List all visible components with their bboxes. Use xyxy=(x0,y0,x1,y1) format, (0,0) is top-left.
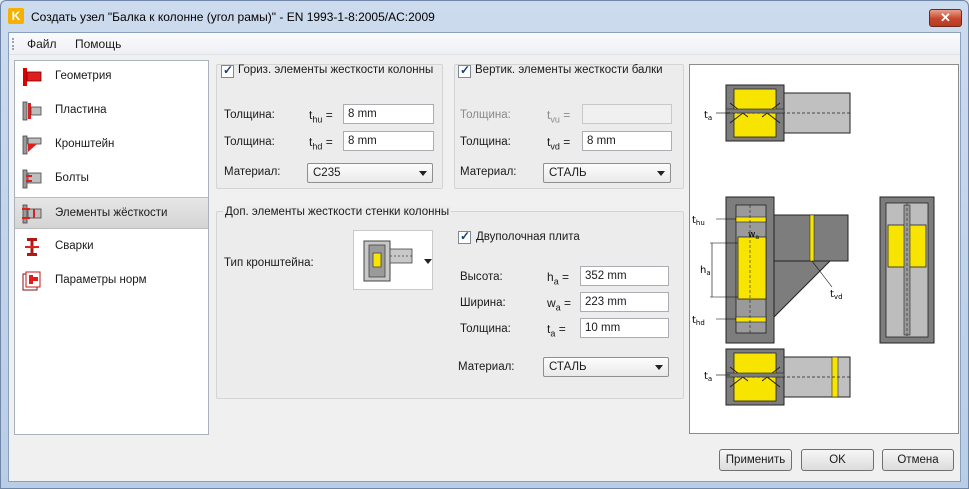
bottom-view-drawing: ta xyxy=(704,348,851,406)
column-material-select[interactable]: C235 xyxy=(307,163,433,183)
width-input[interactable]: 223 mm xyxy=(580,292,669,312)
top-view-drawing: ta xyxy=(704,84,851,142)
stiffener-thickness-label: Толщина: xyxy=(460,323,511,335)
sidebar-item-code-params[interactable]: Параметры норм xyxy=(15,265,208,297)
thickness-hd-input[interactable]: 8 mm xyxy=(343,131,434,151)
web-stiffeners-title: Доп. элементы жесткости стенки колонны xyxy=(223,206,452,218)
height-symbol: ha = xyxy=(547,270,570,287)
sidebar-item-label: Пластина xyxy=(55,104,107,116)
web-material-select[interactable]: СТАЛЬ xyxy=(543,357,669,377)
sidebar-item-label: Кронштейн xyxy=(55,138,115,150)
geometry-icon xyxy=(23,68,42,86)
bracket-icon xyxy=(22,135,42,155)
column-stiffeners-title: Гориз. элементы жесткости колонны xyxy=(238,64,434,76)
side-section-drawing xyxy=(879,196,935,344)
svg-text:tvd: tvd xyxy=(830,289,843,301)
web-material-label: Материал: xyxy=(458,361,515,373)
thickness-vd-symbol: tvd = xyxy=(547,135,571,152)
bracket-type-label: Тип кронштейна: xyxy=(224,257,314,269)
dialog-window: K Создать узел "Балка к колонне (угол ра… xyxy=(0,0,969,489)
sidebar-item-stiffeners[interactable]: Элементы жёсткости xyxy=(15,197,208,229)
thickness-vu-input[interactable] xyxy=(582,104,672,124)
stiffeners-icon xyxy=(22,204,42,224)
column-stiffeners-checkbox[interactable] xyxy=(221,63,234,78)
bracket-type-icon xyxy=(363,240,413,282)
welds-icon xyxy=(25,238,39,256)
thickness-vd-label: Толщина: xyxy=(460,136,511,148)
beam-stiffeners-checkbox[interactable] xyxy=(458,63,471,78)
svg-text:thu: thu xyxy=(692,215,705,227)
svg-text:ta: ta xyxy=(704,371,712,383)
thickness-hu-label: Толщина: xyxy=(224,109,275,121)
menu-bar: Файл Помощь xyxy=(9,33,960,55)
beam-stiffeners-title: Вертик. элементы жесткости балки xyxy=(475,64,663,76)
sidebar-item-label: Геометрия xyxy=(55,70,112,82)
beam-material-select[interactable]: СТАЛЬ xyxy=(543,163,671,183)
menu-grip-icon xyxy=(12,38,14,50)
svg-text:ha: ha xyxy=(700,265,711,277)
chevron-down-icon xyxy=(657,171,665,176)
bolts-icon xyxy=(22,169,42,189)
beam-material-label: Материал: xyxy=(460,166,517,178)
thickness-vu-label: Толщина: xyxy=(460,109,511,121)
column-material-label: Материал: xyxy=(224,166,281,178)
thickness-vd-input[interactable]: 8 mm xyxy=(582,131,672,151)
chevron-down-icon xyxy=(419,171,427,176)
thickness-vu-symbol: tvu = xyxy=(547,108,571,125)
sidebar-item-label: Параметры норм xyxy=(55,274,147,286)
height-label: Высота: xyxy=(460,271,503,283)
width-symbol: wa = xyxy=(547,296,572,313)
plate-icon xyxy=(22,101,42,121)
connection-preview-drawing: ta ha thu thd wa tvd ta xyxy=(692,84,935,406)
dialog-client-area: Файл Помощь Геометрия Пластина Кронштейн… xyxy=(8,32,961,482)
thickness-hd-label: Толщина: xyxy=(224,136,275,148)
sidebar-item-plate[interactable]: Пластина xyxy=(15,95,208,127)
sidebar-item-bracket[interactable]: Кронштейн xyxy=(15,129,208,161)
stiffener-thickness-input[interactable]: 10 mm xyxy=(580,318,669,338)
code-parameters-icon xyxy=(22,271,41,291)
sidebar-item-bolts[interactable]: Болты xyxy=(15,163,208,195)
sidebar-item-welds[interactable]: Сварки xyxy=(15,231,208,263)
sidebar-item-label: Сварки xyxy=(55,240,94,252)
stiffener-thickness-symbol: ta = xyxy=(547,322,566,339)
svg-text:ta: ta xyxy=(704,110,712,122)
double-flange-checkbox[interactable] xyxy=(458,229,471,244)
menu-file[interactable]: Файл xyxy=(27,37,57,51)
connection-preview: ta ha thu thd wa tvd ta xyxy=(689,64,959,434)
apply-button[interactable]: Применить xyxy=(719,449,792,471)
app-logo-icon: K xyxy=(8,8,24,24)
ok-button[interactable]: OK xyxy=(801,449,874,471)
width-label: Ширина: xyxy=(460,297,506,309)
sidebar: Геометрия Пластина Кронштейн Болты Элеме… xyxy=(14,60,209,435)
front-view-drawing: ha thu thd wa tvd xyxy=(692,196,849,344)
thickness-hu-symbol: thu = xyxy=(309,108,333,125)
title-bar: K Создать узел "Балка к колонне (угол ра… xyxy=(1,1,968,32)
thickness-hu-input[interactable]: 8 mm xyxy=(343,104,434,124)
chevron-down-icon xyxy=(655,365,663,370)
window-title: Создать узел "Балка к колонне (угол рамы… xyxy=(31,10,435,24)
height-input[interactable]: 352 mm xyxy=(580,266,669,286)
thickness-hd-symbol: thd = xyxy=(309,135,333,152)
menu-help[interactable]: Помощь xyxy=(75,37,121,51)
chevron-down-icon xyxy=(424,259,432,264)
sidebar-item-geometry[interactable]: Геометрия xyxy=(15,61,208,93)
sidebar-item-label: Элементы жёсткости xyxy=(55,207,168,219)
svg-text:thd: thd xyxy=(692,315,705,327)
bracket-type-picker[interactable] xyxy=(353,230,433,290)
close-button[interactable]: ✕ xyxy=(929,9,962,27)
double-flange-label: Двуполочная плита xyxy=(476,231,580,243)
sidebar-item-label: Болты xyxy=(55,172,89,184)
cancel-button[interactable]: Отмена xyxy=(882,449,954,471)
